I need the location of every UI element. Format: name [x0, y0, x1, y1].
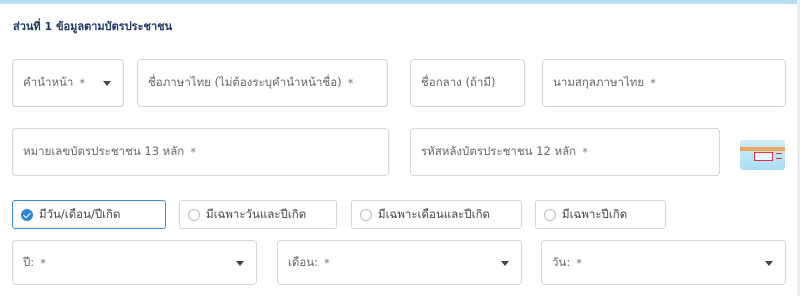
prefix-label: คำนำหน้า — [23, 75, 74, 89]
laser-code-input[interactable]: รหัสหลังบัตรประชาชน 12 หลัก * — [410, 128, 720, 176]
chevron-down-icon — [236, 260, 244, 266]
check-icon — [21, 208, 33, 221]
chevron-down-icon — [765, 260, 773, 266]
required-mark: * — [576, 255, 582, 270]
id-number-input[interactable]: หมายเลขบัตรประชาชน 13 หลัก * — [12, 128, 389, 176]
card-code-box — [754, 152, 773, 161]
id-card-back-icon[interactable] — [740, 140, 785, 170]
id-number-label: หมายเลขบัตรประชาชน 13 หลัก — [23, 144, 185, 158]
last-name-th-label: นามสกุลภาษาไทย — [553, 75, 645, 89]
first-name-th-input[interactable]: ชื่อภาษาไทย (ไม่ต้องระบุคำนำหน้าชื่อ) * — [137, 59, 388, 107]
required-mark: * — [324, 255, 330, 270]
radio-icon — [188, 208, 200, 221]
year-select[interactable]: ปี: * — [12, 240, 257, 285]
middle-name-label: ชื่อกลาง (ถ้ามี) — [421, 75, 496, 89]
day-select[interactable]: วัน: * — [541, 240, 786, 285]
top-accent-bar — [0, 0, 800, 4]
birthdate-option-full[interactable]: มีวัน/เดือน/ปีเกิด — [12, 200, 166, 229]
card-stripe — [740, 147, 785, 151]
birthdate-option-year-only[interactable]: มีเฉพาะปีเกิด — [535, 200, 666, 229]
laser-code-label: รหัสหลังบัตรประชาชน 12 หลัก — [421, 144, 577, 158]
first-name-th-label: ชื่อภาษาไทย (ไม่ต้องระบุคำนำหน้าชื่อ) — [148, 75, 342, 89]
required-mark: * — [40, 255, 46, 270]
year-label: ปี: — [23, 254, 35, 269]
section-title: ส่วนที่ 1 ข้อมูลตามบัตรประชาชน — [13, 20, 173, 33]
prefix-select[interactable]: คำนำหน้า * — [12, 59, 124, 107]
radio-icon — [360, 208, 372, 221]
month-select[interactable]: เดือน: * — [277, 240, 522, 285]
required-mark: * — [347, 76, 354, 90]
middle-name-input[interactable]: ชื่อกลาง (ถ้ามี) — [410, 59, 525, 107]
required-mark: * — [190, 145, 197, 159]
birthdate-option-label: มีเฉพาะวันและปีเกิด — [206, 206, 307, 221]
radio-icon — [544, 208, 556, 221]
birthdate-option-day-year[interactable]: มีเฉพาะวันและปีเกิด — [179, 200, 337, 229]
required-mark: * — [650, 76, 656, 90]
required-mark: * — [79, 76, 86, 90]
birthdate-option-month-year[interactable]: มีเฉพาะเดือนและปีเกิด — [351, 200, 522, 229]
last-name-th-input[interactable]: นามสกุลภาษาไทย * — [542, 59, 786, 107]
card-lines — [776, 153, 782, 159]
chevron-down-icon — [103, 81, 111, 86]
day-label: วัน: — [552, 254, 571, 269]
birthdate-option-label: มีวัน/เดือน/ปีเกิด — [39, 206, 121, 221]
required-mark: * — [582, 145, 588, 159]
birthdate-option-label: มีเฉพาะปีเกิด — [562, 206, 628, 221]
month-label: เดือน: — [288, 254, 319, 269]
birthdate-option-label: มีเฉพาะเดือนและปีเกิด — [378, 206, 491, 221]
chevron-down-icon — [501, 260, 509, 266]
